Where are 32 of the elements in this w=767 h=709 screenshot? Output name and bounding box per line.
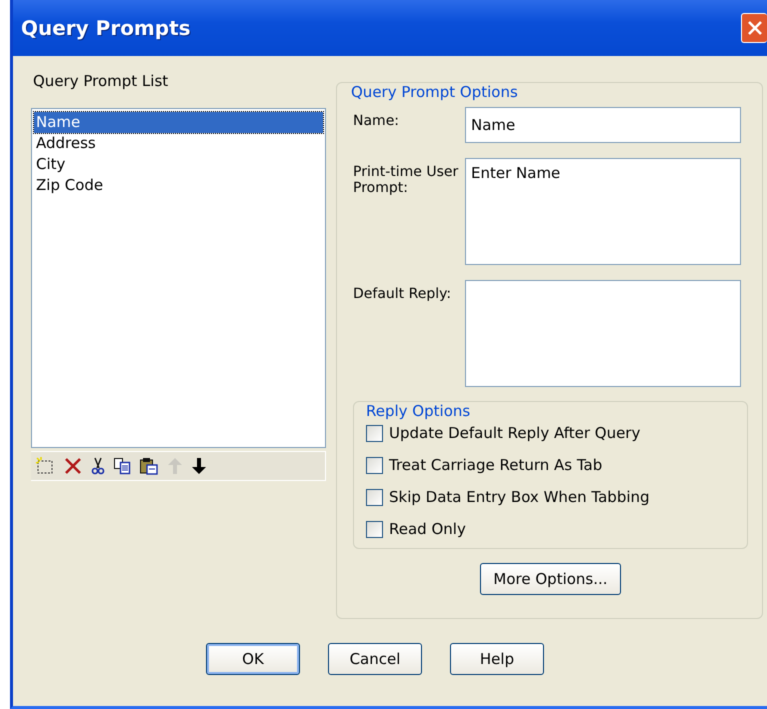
copy-icon[interactable]	[113, 457, 131, 475]
scissors-icon[interactable]	[91, 457, 105, 475]
checkbox-label: Update Default Reply After Query	[389, 424, 640, 442]
delete-icon[interactable]	[63, 457, 83, 475]
checkbox-label: Read Only	[389, 520, 466, 538]
field-label: Print-time User Prompt:	[353, 163, 460, 198]
checkbox[interactable]	[366, 520, 383, 538]
text-area[interactable]	[465, 280, 741, 387]
checkbox[interactable]	[366, 424, 383, 442]
dialog-button[interactable]: OK	[206, 643, 300, 675]
checkbox-label: Treat Carriage Return As Tab	[389, 456, 602, 474]
dialog-button[interactable]: Help	[450, 643, 544, 675]
new-item-icon[interactable]	[35, 457, 55, 475]
dialog-button[interactable]: Cancel	[328, 643, 422, 675]
list-label: Query Prompt List	[33, 72, 170, 90]
more-options-button[interactable]: More Options...	[480, 563, 621, 595]
checkbox[interactable]	[366, 456, 383, 474]
list-item[interactable]: Zip Code	[34, 175, 323, 196]
list-item[interactable]: Name	[34, 112, 323, 133]
window-title: Query Prompts	[21, 16, 191, 40]
down-arrow-icon[interactable]	[191, 457, 207, 475]
field-label: Name:	[353, 112, 400, 131]
close-icon	[746, 20, 762, 36]
checkbox[interactable]	[366, 488, 383, 506]
paste-icon[interactable]	[139, 457, 159, 475]
close-button[interactable]	[741, 13, 767, 43]
list-item[interactable]: City	[34, 154, 323, 175]
text-area[interactable]: Enter Name	[465, 158, 741, 265]
field-label: Default Reply:	[353, 285, 452, 304]
list-item[interactable]: Address	[34, 133, 323, 154]
checkbox-label: Skip Data Entry Box When Tabbing	[389, 488, 650, 506]
input-field[interactable]: Name	[465, 107, 741, 143]
